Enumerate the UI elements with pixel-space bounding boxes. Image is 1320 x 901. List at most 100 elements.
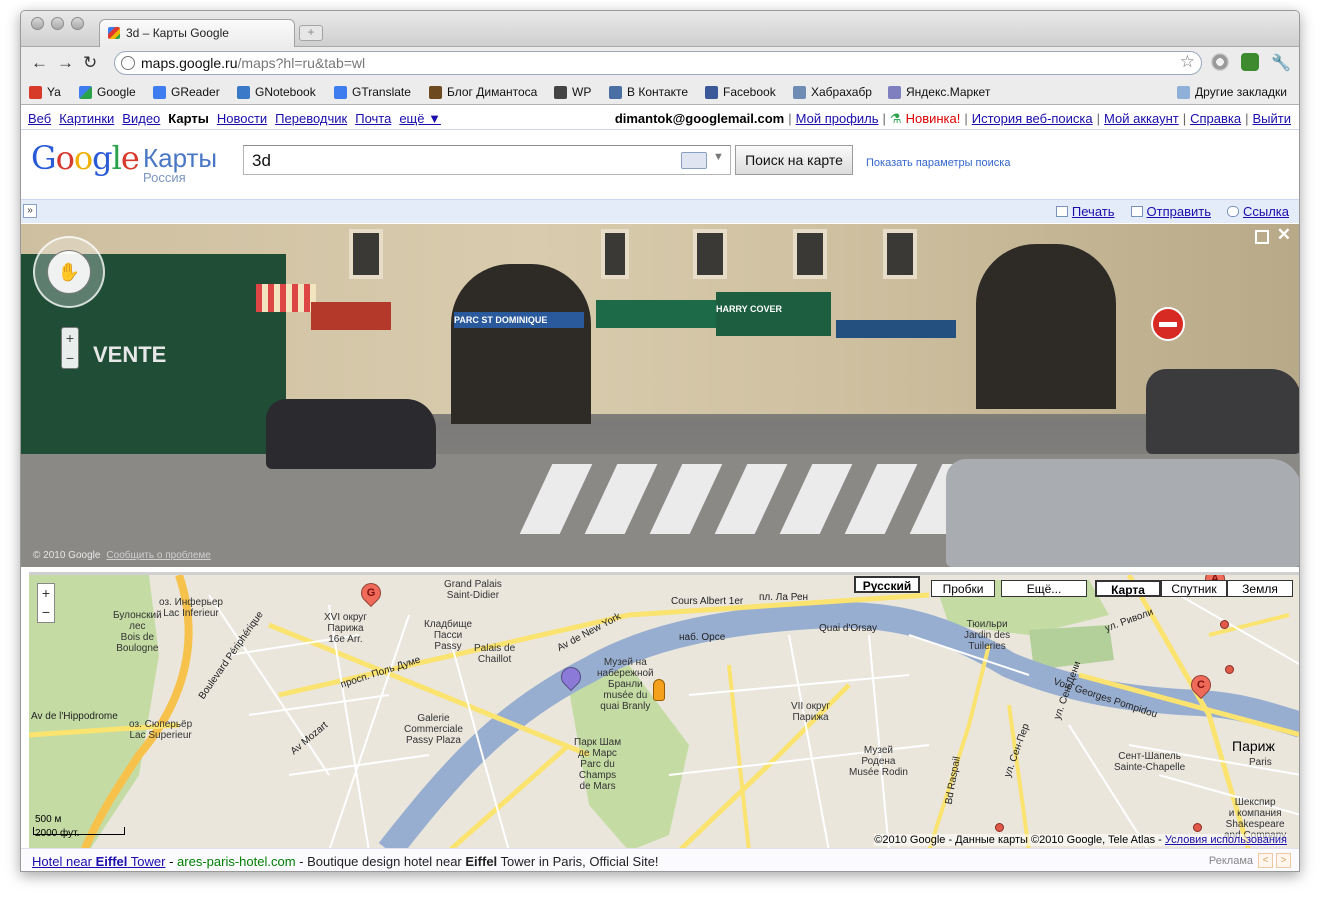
tab-maps[interactable]: 3d – Карты Google — [99, 19, 295, 47]
pan-hand-icon[interactable]: ✋ — [47, 250, 91, 294]
map-type-map[interactable]: Карта — [1095, 580, 1161, 597]
back-arrow-icon[interactable]: ← — [31, 53, 48, 73]
facade-window — [349, 229, 383, 279]
search-map-button[interactable]: Поиск на карте — [735, 145, 853, 175]
reload-icon[interactable]: ↻ — [83, 53, 97, 73]
bookmark-vkontakte[interactable]: В Контакте — [609, 85, 688, 99]
street-view-compass[interactable]: ✋ — [33, 236, 105, 308]
map-result-dot[interactable] — [1225, 665, 1234, 674]
yandex-market-icon — [888, 85, 901, 99]
map-label-paris: Париж — [1232, 738, 1275, 754]
zoom-window-button[interactable] — [71, 17, 84, 30]
show-search-options-link[interactable]: Показать параметры поиска — [866, 157, 1010, 169]
nav-more[interactable]: ещё ▼ — [399, 111, 441, 126]
web-history-link[interactable]: История веб-поиска — [972, 111, 1093, 127]
wrench-icon[interactable]: 🔧 — [1271, 53, 1291, 73]
map-result-dot[interactable] — [1220, 620, 1229, 629]
expand-panel-icon[interactable]: » — [23, 204, 37, 218]
bookmark-star-icon[interactable]: ☆ — [1180, 52, 1195, 72]
nav-mail[interactable]: Почта — [355, 111, 391, 126]
bookmark-facebook[interactable]: Facebook — [705, 85, 776, 99]
minimize-window-button[interactable] — [51, 17, 64, 30]
arch-right — [976, 244, 1116, 409]
map-type-satellite[interactable]: Спутник — [1161, 580, 1227, 597]
nav-web[interactable]: Веб — [28, 111, 51, 126]
evernote-extension-icon[interactable] — [1241, 53, 1259, 71]
ad-url[interactable]: ares-paris-hotel.com — [177, 854, 296, 869]
map-canvas[interactable]: Булонский лес Bois de Boulogne оз. Инферьер… — [29, 572, 1299, 848]
globe-icon — [121, 56, 135, 70]
google-logo[interactable]: Google — [31, 139, 140, 177]
map-result-dot[interactable] — [995, 823, 1004, 832]
my-account-link[interactable]: Мой аккаунт — [1104, 111, 1179, 127]
map-result-dot[interactable] — [1193, 823, 1202, 832]
ad-label: Реклама — [1208, 855, 1253, 867]
virtual-keyboard-icon[interactable] — [681, 152, 707, 169]
ad-title-link[interactable]: Hotel near Eiffel Tower — [32, 854, 165, 869]
action-bar: » Печать Отправить Ссылка — [21, 199, 1299, 223]
bookmark-ya[interactable]: Ya — [29, 85, 61, 99]
bookmark-blog[interactable]: Блог Димантоса — [429, 85, 537, 99]
scooter — [1146, 369, 1299, 454]
extension-globe-icon[interactable] — [1211, 53, 1229, 71]
forward-arrow-icon[interactable]: → — [57, 53, 74, 73]
bookmark-greader[interactable]: GReader — [153, 85, 220, 99]
street-view-zoom-control[interactable]: + − — [61, 327, 79, 369]
pegman-icon[interactable] — [653, 679, 665, 701]
print-action[interactable]: Печать — [1055, 204, 1115, 219]
vente-sign-text: VENTE — [93, 342, 167, 367]
folder-icon — [1177, 85, 1191, 99]
link-action[interactable]: Ссылка — [1226, 204, 1289, 219]
nav-news[interactable]: Новости — [217, 111, 267, 126]
fullscreen-icon[interactable] — [1255, 230, 1269, 244]
map-label-musee-rodin: Музей Родена Musée Rodin — [849, 745, 908, 778]
map-label-passy-cemetery: Кладбище Пасси Passy — [424, 619, 473, 652]
search-input[interactable]: 3d — [243, 145, 731, 175]
map-zoom-control[interactable]: + − — [37, 583, 55, 623]
nav-video[interactable]: Видео — [122, 111, 160, 126]
address-bar[interactable]: maps.google.ru/maps?hl=ru&tab=wl ☆ — [114, 51, 1202, 75]
terms-of-use-link[interactable]: Условия использования — [1165, 834, 1287, 846]
ad-prev-icon[interactable]: < — [1258, 853, 1273, 868]
chevron-down-icon[interactable]: ▼ — [713, 151, 724, 163]
bookmark-gnotebook[interactable]: GNotebook — [237, 85, 316, 99]
language-button[interactable]: Русский — [854, 576, 920, 593]
report-problem-link[interactable]: Сообщить о проблеме — [106, 550, 210, 561]
nav-images[interactable]: Картинки — [59, 111, 114, 126]
map-label-nab-orse: наб. Орсе — [679, 632, 726, 643]
bookmark-wp[interactable]: WP — [554, 85, 591, 99]
map-label-boulogne: Булонский лес Bois de Boulogne — [113, 610, 162, 654]
shop-sign-board: HARRY COVER — [716, 292, 831, 336]
street-view-panorama[interactable]: HARRY COVER PARC ST DOMINIQUE VENTE ✋ + −… — [21, 224, 1299, 567]
bookmark-yandex-market[interactable]: Яндекс.Маркет — [888, 85, 990, 99]
map-label-palais-chaillot: Palais de Chaillot — [474, 643, 516, 665]
sign-out-link[interactable]: Выйти — [1253, 111, 1292, 127]
blue-awning — [836, 320, 956, 338]
map-type-earth[interactable]: Земля — [1227, 580, 1293, 597]
close-window-button[interactable] — [31, 17, 44, 30]
map-label-paris-latin: Paris — [1249, 757, 1272, 768]
send-action[interactable]: Отправить — [1130, 204, 1211, 219]
nav-maps-current: Карты — [168, 111, 209, 126]
ad-next-icon[interactable]: > — [1276, 853, 1291, 868]
google-maps-favicon-icon — [108, 27, 120, 39]
bookmark-habrahabr[interactable]: Хабрахабр — [793, 85, 872, 99]
new-tab-button[interactable]: + — [299, 25, 323, 41]
parking-sign-text: PARC ST DOMINIQUE — [454, 315, 548, 325]
close-street-view-icon[interactable]: ✕ — [1277, 225, 1291, 245]
more-layers-button[interactable]: Ещё... — [1001, 580, 1087, 597]
map-label-champ-de-mars: Парк Шам де Марс Parc du Champs de Mars — [574, 737, 622, 792]
new-feature-link[interactable]: Новинка! — [906, 111, 961, 127]
my-profile-link[interactable]: Мой профиль — [796, 111, 879, 127]
shop-sign-text: HARRY COVER — [716, 304, 783, 314]
nav-translate[interactable]: Переводчик — [275, 111, 347, 126]
map-label-galerie-passy: Galerie Commerciale Passy Plaza — [404, 713, 463, 746]
bookmark-other-folder[interactable]: Другие закладки — [1177, 85, 1287, 99]
maps-header: Google Карты Россия 3d ▼ Поиск на карте … — [21, 131, 1299, 197]
bookmark-gtranslate[interactable]: GTranslate — [334, 85, 411, 99]
help-link[interactable]: Справка — [1190, 111, 1241, 127]
facade-window — [793, 229, 827, 279]
map-label-cours-albert: Cours Albert 1er — [671, 596, 744, 607]
traffic-button[interactable]: Пробки — [931, 580, 995, 597]
bookmark-google[interactable]: Google — [79, 85, 136, 99]
